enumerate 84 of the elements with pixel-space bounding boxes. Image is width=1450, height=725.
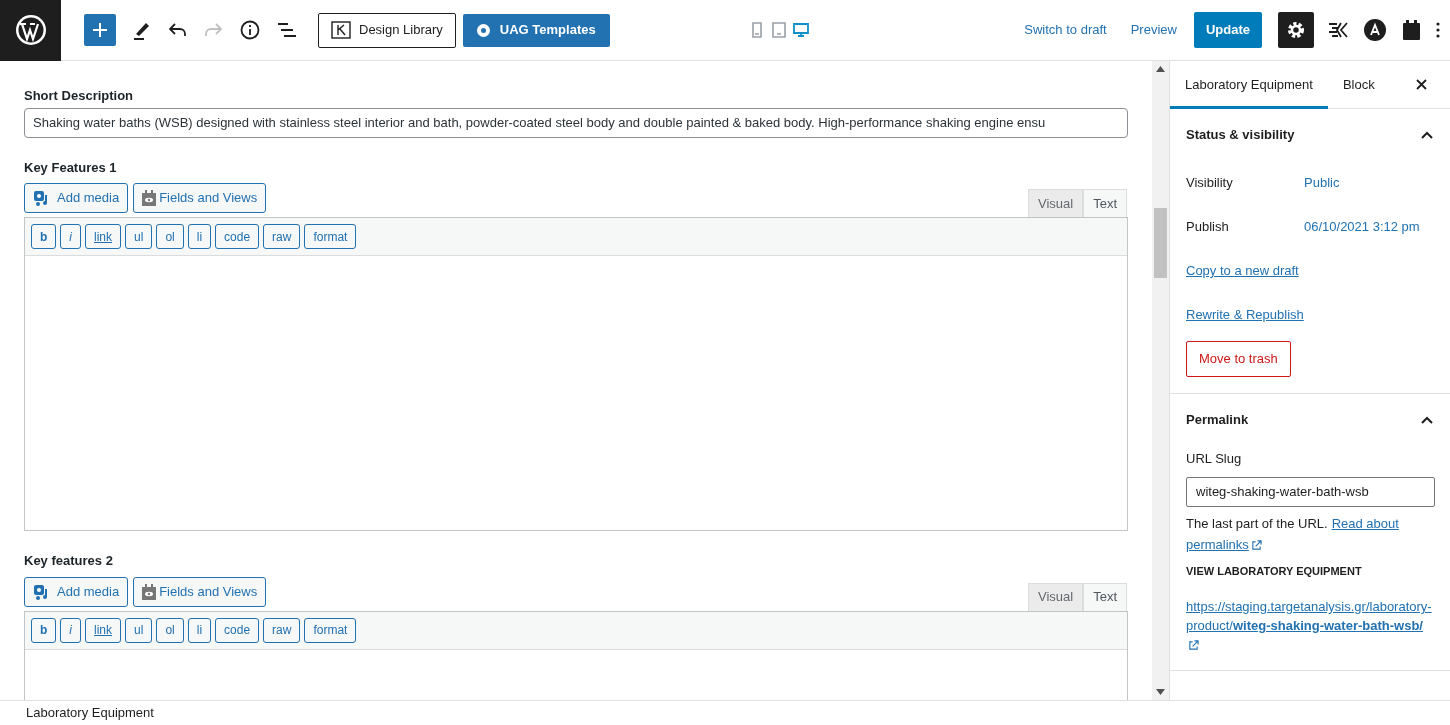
calendar-eye-icon (142, 190, 157, 206)
sidebar-tab[interactable]: Laboratory Equipment (1170, 61, 1328, 109)
quicktag-button[interactable]: b (31, 224, 57, 249)
settings-button[interactable] (1278, 12, 1314, 48)
quicktag-button[interactable]: ol (156, 224, 184, 249)
settings-icon (1287, 21, 1305, 39)
quicktag-button[interactable]: li (187, 224, 212, 249)
url-slug-field[interactable]: witeg-shaking-water-bath-wsb (1186, 476, 1435, 507)
editor-tab[interactable]: Text (1083, 189, 1127, 217)
list-view-icon[interactable] (277, 22, 297, 38)
panel-title[interactable]: Status & visibility (1186, 125, 1295, 145)
field-label: Short Description (24, 87, 135, 105)
scroll-down-icon[interactable] (1156, 689, 1165, 695)
field-label: Key Features 1 (24, 158, 118, 177)
quicktag-button[interactable]: link (85, 224, 122, 249)
help-text: The last part of the URL. (1186, 514, 1328, 533)
quicktag-button[interactable]: i (60, 224, 81, 249)
quicktag-button[interactable]: ul (125, 617, 153, 643)
text-editor[interactable]: b i link ul ol li code raw format (24, 217, 1128, 531)
scroll-up-icon[interactable] (1156, 66, 1165, 72)
quicktag-button[interactable]: b (31, 617, 57, 643)
quicktag-button[interactable]: ol (156, 617, 184, 643)
sidebar-tab[interactable]: Block (1327, 61, 1390, 109)
action-link[interactable]: Copy to a new draft (1186, 261, 1299, 281)
quicktag-button[interactable]: link (85, 617, 122, 643)
astra-logo-icon[interactable] (1364, 19, 1386, 41)
info-icon[interactable] (240, 20, 260, 40)
permalinks-link[interactable]: Read about (1331, 512, 1399, 534)
quicktag-button[interactable]: format (304, 617, 357, 643)
desktop-preview-icon[interactable] (792, 22, 809, 38)
scrollbar-thumb[interactable] (1154, 208, 1167, 278)
permalinks-link[interactable]: permalinks (1186, 533, 1434, 555)
quicktag-button[interactable]: i (60, 617, 81, 643)
quicktag-button[interactable]: li (187, 617, 212, 643)
quicktag-button[interactable]: raw (263, 224, 301, 249)
update-button[interactable]: Update (1193, 12, 1262, 48)
quicktag-button[interactable]: ul (125, 224, 153, 249)
close-icon[interactable] (1416, 79, 1427, 90)
uag-templates-button[interactable]: UAG Templates (462, 13, 610, 47)
chevron-icon[interactable] (1420, 415, 1434, 425)
quicktag-button[interactable]: code (215, 617, 260, 643)
section-heading: VIEW LABORATORY EQUIPMENT (1186, 563, 1363, 579)
move-to-trash-button[interactable]: Move to trash (1186, 341, 1291, 377)
quicktag-button[interactable]: format (304, 224, 357, 249)
post-url-link[interactable]: https://staging.targetanalysis.gr/laboratory-product/witeg-shaking-water-bath-wsb/ (1186, 597, 1434, 654)
field-label: URL Slug (1186, 450, 1243, 468)
short-description-field[interactable]: Shaking water baths (WSB) designed with stainless steel interior and bath, powder-coated steel body and double painted & baked body. High-performance shaking engine ensu (24, 107, 1128, 138)
row-value-link[interactable]: Public (1304, 173, 1340, 193)
text-editor[interactable]: b i link ul ol li code raw format (24, 610, 1128, 700)
action-link[interactable]: Rewrite & Republish (1186, 305, 1304, 325)
quicktag-button[interactable]: code (215, 224, 260, 249)
more-options-icon[interactable] (1436, 22, 1440, 38)
external-link-icon (1188, 640, 1199, 652)
speed-lines-icon[interactable] (1328, 21, 1348, 39)
fields-and-views-button[interactable]: Fields and Views (133, 576, 267, 607)
row-label: Publish (1186, 218, 1230, 237)
row-value-link[interactable]: 06/10/2021 3:12 pm (1304, 217, 1420, 237)
uag-logo-icon (476, 23, 490, 37)
external-link-icon (1250, 539, 1262, 551)
preview-link[interactable]: Preview (1130, 20, 1177, 40)
pencil-icon[interactable] (133, 20, 151, 40)
quicktag-button[interactable]: raw (263, 617, 301, 643)
design-library-button[interactable]: Design Library (318, 12, 456, 48)
chevron-icon[interactable] (1420, 130, 1434, 140)
scrollbar[interactable] (1152, 61, 1169, 700)
editor-tab[interactable]: Text (1083, 582, 1127, 611)
add-media-button[interactable]: Add media (24, 576, 129, 607)
plus-icon (92, 22, 108, 38)
undo-icon[interactable] (169, 23, 187, 37)
library-icon (331, 21, 351, 39)
editor-tab[interactable]: Visual (1027, 189, 1084, 217)
editor-tab[interactable]: Visual (1027, 582, 1084, 611)
wordpress-icon (14, 14, 47, 46)
clipboard-icon[interactable] (1403, 20, 1420, 40)
panel-title[interactable]: Permalink (1186, 410, 1249, 430)
wordpress-logo[interactable] (0, 0, 61, 61)
field-label: Key features 2 (24, 552, 114, 570)
switch-to-draft-link[interactable]: Switch to draft (1024, 20, 1107, 40)
add-media-button[interactable]: Add media (24, 183, 129, 213)
add-block-button[interactable] (84, 14, 116, 46)
breadcrumb[interactable]: Laboratory Equipment (26, 703, 154, 723)
fields-and-views-button[interactable]: Fields and Views (133, 183, 267, 213)
row-label: Visibility (1186, 174, 1234, 193)
calendar-eye-icon (142, 583, 157, 600)
